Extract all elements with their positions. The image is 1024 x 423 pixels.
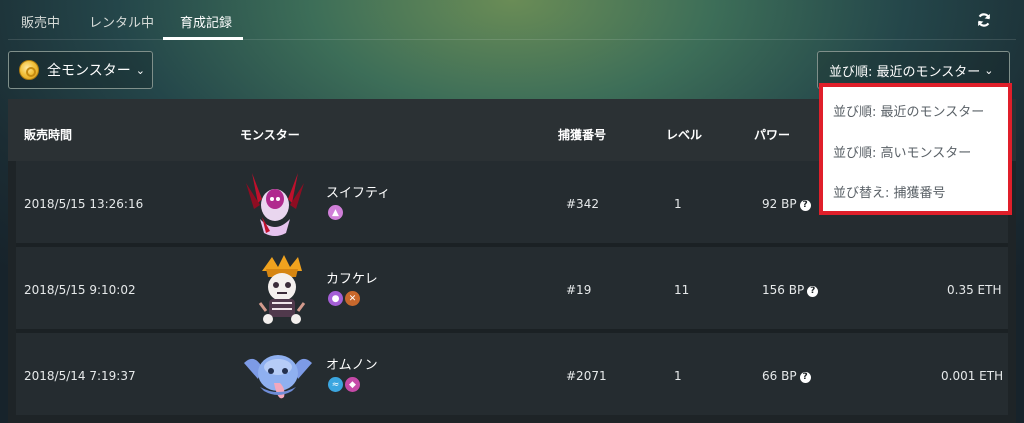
monster-filter-select[interactable]: 全モンスター ⌄ (8, 51, 153, 89)
monster-image (258, 255, 306, 324)
table-row[interactable]: 2018/5/15 9:10:02 カフケレ ● ✕ #19 11 156 BP… (16, 247, 1008, 329)
monster-class-badges: ≈ ◆ (328, 377, 360, 392)
divider (8, 39, 1016, 40)
tab-renting[interactable]: レンタル中 (89, 12, 154, 31)
swords-badge-icon: ✕ (345, 291, 360, 306)
sale-time: 2018/5/15 9:10:02 (24, 283, 136, 297)
monster-power: 92 BP? (762, 197, 811, 211)
power-value: 92 BP (762, 197, 797, 211)
gold-coin-icon (19, 60, 39, 80)
help-icon[interactable]: ? (799, 200, 811, 211)
monster-name[interactable]: カフケレ (326, 268, 378, 287)
sale-time: 2018/5/15 13:26:16 (24, 197, 144, 211)
capture-number: #2071 (566, 369, 607, 383)
monster-name[interactable]: オムノン (326, 354, 378, 373)
monster-image (246, 173, 304, 236)
sort-option-price[interactable]: 並び順: 高いモンスター (833, 142, 971, 161)
help-icon[interactable]: ? (807, 286, 819, 297)
water-badge-icon: ≈ (328, 377, 343, 392)
help-icon[interactable]: ? (799, 372, 811, 383)
sort-dropdown-menu: 並び順: 最近のモンスター 並び順: 高いモンスター 並び替え: 捕獲番号 (819, 83, 1012, 215)
chevron-down-icon: ⌄ (135, 63, 145, 77)
monster-level: 1 (674, 369, 682, 383)
sort-option-capture-number[interactable]: 並び替え: 捕獲番号 (833, 182, 946, 201)
power-value: 66 BP (762, 369, 797, 383)
column-header-power: パワー (754, 128, 791, 142)
sale-price: 0.001 ETH (941, 369, 1004, 383)
monster-class-badges: ▲ (328, 205, 343, 220)
monster-power: 156 BP? (762, 283, 819, 297)
monster-class-badges: ● ✕ (328, 291, 360, 306)
capture-number: #19 (566, 283, 592, 297)
monster-name[interactable]: スイフティ (326, 182, 390, 201)
monster-filter-label: 全モンスター (47, 63, 131, 79)
table-row[interactable]: 2018/5/14 7:19:37 オムノン ≈ ◆ #2071 1 66 BP… (16, 333, 1008, 415)
crystal-badge-icon: ◆ (345, 377, 360, 392)
column-header-number: 捕獲番号 (558, 128, 607, 142)
monster-level: 1 (674, 197, 682, 211)
sale-time: 2018/5/14 7:19:37 (24, 369, 136, 383)
class-badge-icon: ▲ (328, 205, 343, 220)
tab-on-sale[interactable]: 販売中 (21, 12, 60, 31)
monster-level: 11 (674, 283, 690, 297)
monster-power: 66 BP? (762, 369, 811, 383)
monster-image (244, 355, 312, 399)
column-header-monster: モンスター (240, 128, 300, 142)
tab-bar: 販売中 レンタル中 育成記録 (0, 0, 1024, 40)
sort-option-recent[interactable]: 並び順: 最近のモンスター (833, 101, 984, 120)
skull-badge-icon: ● (328, 291, 343, 306)
sale-price: 0.35 ETH (947, 283, 1002, 297)
column-header-level: レベル (666, 128, 703, 142)
capture-number: #342 (566, 197, 599, 211)
refresh-icon[interactable] (976, 12, 992, 28)
power-value: 156 BP (762, 283, 805, 297)
sort-select-label: 並び順: 最近のモンスター (829, 64, 981, 80)
column-header-time: 販売時間 (24, 128, 73, 142)
chevron-down-icon: ⌄ (984, 63, 994, 77)
tab-breeding-history[interactable]: 育成記録 (180, 12, 232, 31)
